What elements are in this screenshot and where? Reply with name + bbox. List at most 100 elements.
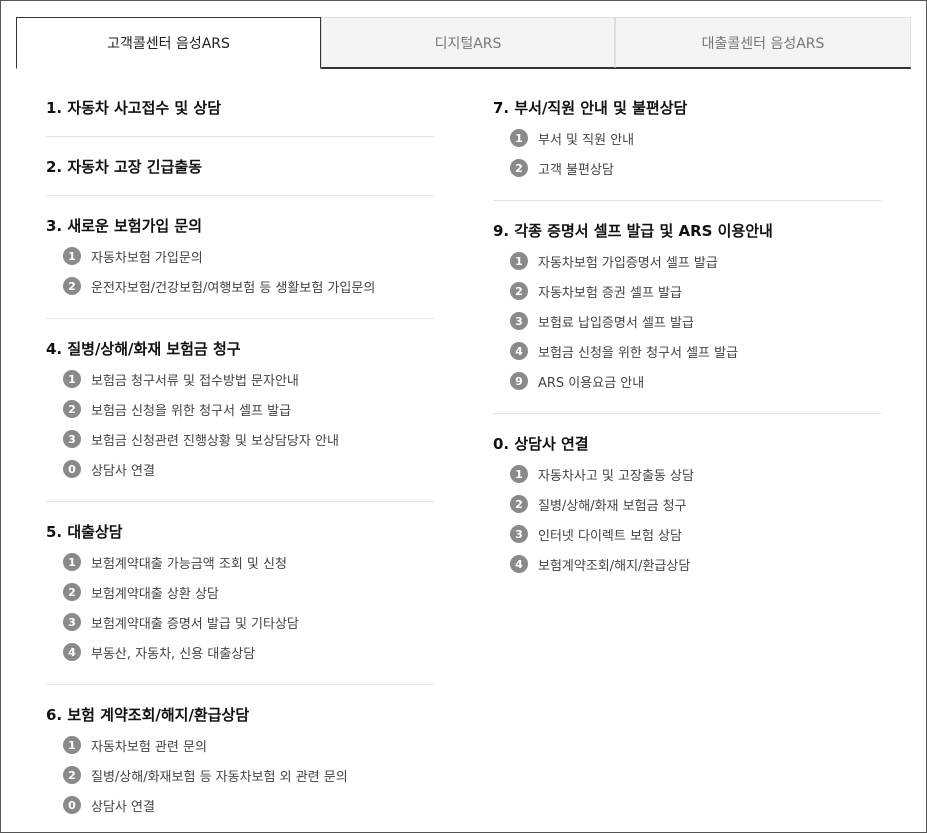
menu-item-label: 보험금 청구서류 및 접수방법 문자안내 bbox=[91, 373, 299, 389]
right-column: 7. 부서/직원 안내 및 불편상담 1 부서 및 직원 안내 2 고객 불편상담 9. … bbox=[493, 85, 881, 579]
section-title[interactable]: 5. 대출상담 bbox=[46, 521, 434, 541]
tab-loan-voice-ars[interactable]: 대출콜센터 음성ARS bbox=[615, 17, 911, 68]
menu-item-label: 보험료 납입증명서 셀프 발급 bbox=[538, 315, 694, 331]
menu-item-label: 보험금 신청을 위한 청구서 셀프 발급 bbox=[91, 403, 292, 419]
section-title[interactable]: 0. 상담사 연결 bbox=[493, 433, 881, 453]
menu-item-label: 부서 및 직원 안내 bbox=[538, 132, 635, 148]
menu-item-label: 보험금 신청관련 진행상황 및 보상담당자 안내 bbox=[91, 433, 339, 449]
number-badge: 1 bbox=[63, 370, 81, 388]
menu-item-label: ARS 이용요금 안내 bbox=[538, 375, 645, 391]
menu-item[interactable]: 1 자동차보험 관련 문의 bbox=[46, 730, 434, 760]
section-title[interactable]: 4. 질병/상해/화재 보험금 청구 bbox=[46, 338, 434, 358]
menu-item-label: 자동차보험 관련 문의 bbox=[91, 739, 207, 755]
section-title[interactable]: 7. 부서/직원 안내 및 불편상담 bbox=[493, 97, 881, 117]
menu-item-label: 상담사 연결 bbox=[91, 463, 155, 479]
menu-item[interactable]: 2 운전자보험/건강보험/여행보험 등 생활보험 가입문의 bbox=[46, 271, 434, 301]
menu-item[interactable]: 0 상담사 연결 bbox=[46, 454, 434, 484]
menu-item-label: 자동차사고 및 고장출동 상담 bbox=[538, 468, 694, 484]
menu-item[interactable]: 2 고객 불편상담 bbox=[493, 153, 881, 183]
menu-item[interactable]: 1 자동차보험 가입증명서 셀프 발급 bbox=[493, 246, 881, 276]
number-badge: 0 bbox=[63, 460, 81, 478]
menu-item[interactable]: 2 보험금 신청을 위한 청구서 셀프 발급 bbox=[46, 394, 434, 424]
number-badge: 1 bbox=[510, 465, 528, 483]
menu-item-label: 자동차보험 가입문의 bbox=[91, 250, 203, 266]
menu-item-label: 인터넷 다이렉트 보험 상담 bbox=[538, 528, 682, 544]
menu-item[interactable]: 4 보험계약조회/해지/환급상담 bbox=[493, 549, 881, 579]
menu-item[interactable]: 9 ARS 이용요금 안내 bbox=[493, 366, 881, 396]
menu-section: 6. 보험 계약조회/해지/환급상담 1 자동차보험 관련 문의 2 질병/상해/화재보… bbox=[46, 685, 434, 820]
menu-item[interactable]: 3 보험금 신청관련 진행상황 및 보상담당자 안내 bbox=[46, 424, 434, 454]
tab-digital-ars[interactable]: 디지털ARS bbox=[321, 17, 615, 68]
section-item-list: 1 보험계약대출 가능금액 조회 및 신청 2 보험계약대출 상환 상담 3 보험계약대출… bbox=[46, 547, 434, 667]
menu-item-label: 자동차보험 가입증명서 셀프 발급 bbox=[538, 255, 718, 271]
number-badge: 3 bbox=[510, 525, 528, 543]
menu-item-label: 자동차보험 증권 셀프 발급 bbox=[538, 285, 682, 301]
number-badge: 2 bbox=[63, 583, 81, 601]
number-badge: 1 bbox=[510, 129, 528, 147]
menu-item[interactable]: 1 보험계약대출 가능금액 조회 및 신청 bbox=[46, 547, 434, 577]
section-item-list: 1 자동차사고 및 고장출동 상담 2 질병/상해/화재 보험금 청구 3 인터넷 다이렉… bbox=[493, 459, 881, 579]
number-badge: 4 bbox=[63, 643, 81, 661]
menu-section: 9. 각종 증명서 셀프 발급 및 ARS 이용안내 1 자동차보험 가입증명서 셀… bbox=[493, 201, 881, 414]
section-title[interactable]: 6. 보험 계약조회/해지/환급상담 bbox=[46, 704, 434, 724]
section-title[interactable]: 9. 각종 증명서 셀프 발급 및 ARS 이용안내 bbox=[493, 220, 881, 240]
menu-item-label: 운전자보험/건강보험/여행보험 등 생활보험 가입문의 bbox=[91, 280, 376, 296]
number-badge: 1 bbox=[63, 553, 81, 571]
menu-item[interactable]: 2 질병/상해/화재 보험금 청구 bbox=[493, 489, 881, 519]
tab-customer-voice-ars[interactable]: 고객콜센터 음성ARS bbox=[16, 17, 321, 69]
number-badge: 4 bbox=[510, 555, 528, 573]
menu-item[interactable]: 3 보험료 납입증명서 셀프 발급 bbox=[493, 306, 881, 336]
number-badge: 2 bbox=[63, 400, 81, 418]
menu-section: 3. 새로운 보험가입 문의 1 자동차보험 가입문의 2 운전자보험/건강보험/여행보… bbox=[46, 196, 434, 319]
section-item-list: 1 자동차보험 가입문의 2 운전자보험/건강보험/여행보험 등 생활보험 가입문의 bbox=[46, 241, 434, 301]
menu-item-label: 질병/상해/화재 보험금 청구 bbox=[538, 498, 687, 514]
number-badge: 4 bbox=[510, 342, 528, 360]
menu-item[interactable]: 2 보험계약대출 상환 상담 bbox=[46, 577, 434, 607]
menu-item-label: 질병/상해/화재보험 등 자동차보험 외 관련 문의 bbox=[91, 769, 348, 785]
menu-section: 5. 대출상담 1 보험계약대출 가능금액 조회 및 신청 2 보험계약대출 상환 상담… bbox=[46, 502, 434, 685]
menu-section: 7. 부서/직원 안내 및 불편상담 1 부서 및 직원 안내 2 고객 불편상담 bbox=[493, 85, 881, 201]
menu-item[interactable]: 1 자동차보험 가입문의 bbox=[46, 241, 434, 271]
menu-item-label: 부동산, 자동차, 신용 대출상담 bbox=[91, 646, 256, 662]
number-badge: 2 bbox=[510, 159, 528, 177]
menu-item[interactable]: 0 상담사 연결 bbox=[46, 790, 434, 820]
menu-item[interactable]: 3 보험계약대출 증명서 발급 및 기타상담 bbox=[46, 607, 434, 637]
number-badge: 3 bbox=[63, 613, 81, 631]
number-badge: 1 bbox=[63, 736, 81, 754]
section-item-list: 1 보험금 청구서류 및 접수방법 문자안내 2 보험금 신청을 위한 청구서 셀프 … bbox=[46, 364, 434, 484]
number-badge: 0 bbox=[63, 796, 81, 814]
section-item-list: 1 자동차보험 가입증명서 셀프 발급 2 자동차보험 증권 셀프 발급 3 보험료 납입… bbox=[493, 246, 881, 396]
menu-item[interactable]: 1 자동차사고 및 고장출동 상담 bbox=[493, 459, 881, 489]
number-badge: 2 bbox=[510, 495, 528, 513]
menu-section: 1. 자동차 사고접수 및 상담 bbox=[46, 85, 434, 137]
tab-bar: 고객콜센터 음성ARS 디지털ARS 대출콜센터 음성ARS bbox=[16, 17, 911, 69]
number-badge: 2 bbox=[510, 282, 528, 300]
menu-item[interactable]: 2 자동차보험 증권 셀프 발급 bbox=[493, 276, 881, 306]
section-title[interactable]: 1. 자동차 사고접수 및 상담 bbox=[46, 97, 434, 117]
menu-item-label: 상담사 연결 bbox=[91, 799, 155, 815]
menu-item-label: 보험계약조회/해지/환급상담 bbox=[538, 558, 691, 574]
section-item-list: 1 부서 및 직원 안내 2 고객 불편상담 bbox=[493, 123, 881, 183]
ars-menu-panel: 고객콜센터 음성ARS 디지털ARS 대출콜센터 음성ARS 1. 자동차 사고… bbox=[0, 0, 927, 833]
menu-item-label: 고객 불편상담 bbox=[538, 162, 614, 178]
menu-item-label: 보험금 신청을 위한 청구서 셀프 발급 bbox=[538, 345, 739, 361]
number-badge: 9 bbox=[510, 372, 528, 390]
number-badge: 3 bbox=[510, 312, 528, 330]
menu-item[interactable]: 1 보험금 청구서류 및 접수방법 문자안내 bbox=[46, 364, 434, 394]
menu-section: 4. 질병/상해/화재 보험금 청구 1 보험금 청구서류 및 접수방법 문자안내 2… bbox=[46, 319, 434, 502]
menu-item[interactable]: 3 인터넷 다이렉트 보험 상담 bbox=[493, 519, 881, 549]
menu-section: 0. 상담사 연결 1 자동차사고 및 고장출동 상담 2 질병/상해/화재 보험금 청… bbox=[493, 414, 881, 579]
menu-item[interactable]: 2 질병/상해/화재보험 등 자동차보험 외 관련 문의 bbox=[46, 760, 434, 790]
section-title[interactable]: 3. 새로운 보험가입 문의 bbox=[46, 215, 434, 235]
section-item-list: 1 자동차보험 관련 문의 2 질병/상해/화재보험 등 자동차보험 외 관련 문의 0… bbox=[46, 730, 434, 820]
menu-section: 2. 자동차 고장 긴급출동 bbox=[46, 137, 434, 196]
section-title[interactable]: 2. 자동차 고장 긴급출동 bbox=[46, 156, 434, 176]
number-badge: 2 bbox=[63, 277, 81, 295]
number-badge: 1 bbox=[63, 247, 81, 265]
number-badge: 3 bbox=[63, 430, 81, 448]
number-badge: 2 bbox=[63, 766, 81, 784]
menu-item[interactable]: 1 부서 및 직원 안내 bbox=[493, 123, 881, 153]
left-column: 1. 자동차 사고접수 및 상담 2. 자동차 고장 긴급출동 3. 새로운 보험가… bbox=[46, 85, 434, 820]
menu-item[interactable]: 4 보험금 신청을 위한 청구서 셀프 발급 bbox=[493, 336, 881, 366]
menu-item[interactable]: 4 부동산, 자동차, 신용 대출상담 bbox=[46, 637, 434, 667]
